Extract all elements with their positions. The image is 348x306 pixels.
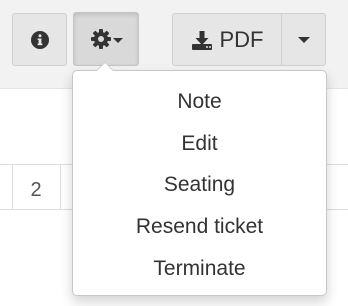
menu-item-seating[interactable]: Seating	[73, 165, 326, 205]
settings-dropdown-menu: Note Edit Seating Resend ticket Terminat…	[72, 70, 327, 296]
settings-dropdown-button[interactable]	[73, 12, 139, 66]
caret-down-icon	[112, 37, 123, 43]
caret-down-icon	[297, 36, 310, 43]
info-circle-icon	[30, 30, 49, 49]
table-cell: 2	[30, 178, 42, 201]
download-icon	[191, 30, 212, 50]
info-button[interactable]	[12, 13, 67, 66]
menu-item-note[interactable]: Note	[73, 82, 326, 122]
pdf-download-button[interactable]: PDF	[172, 13, 282, 66]
table-cell-divider	[60, 164, 61, 210]
menu-pointer-fill	[97, 63, 113, 71]
menu-item-edit[interactable]: Edit	[73, 124, 326, 164]
table-cell-divider	[12, 164, 13, 210]
pdf-label: PDF	[219, 26, 264, 52]
menu-item-resend-ticket[interactable]: Resend ticket	[73, 207, 326, 247]
menu-item-terminate[interactable]: Terminate	[73, 249, 326, 289]
pdf-options-dropdown-button[interactable]	[281, 13, 326, 66]
gear-icon	[90, 29, 111, 49]
